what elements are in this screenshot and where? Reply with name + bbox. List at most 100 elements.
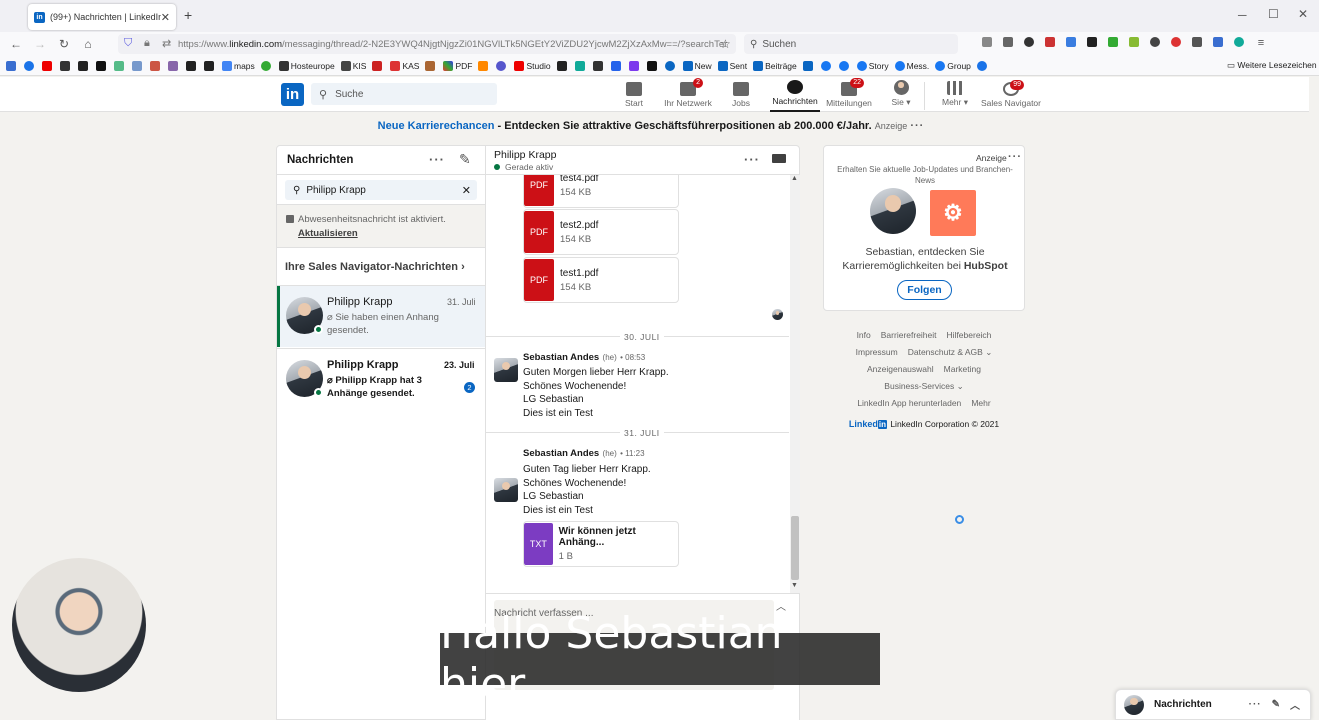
footer-link[interactable]: Impressum xyxy=(856,347,898,357)
bookmark-item[interactable] xyxy=(132,60,144,71)
conversation-search-input[interactable]: ⚲ Philipp Krapp ✕ xyxy=(285,180,477,200)
follow-button[interactable]: Folgen xyxy=(897,280,952,300)
nav-jobs[interactable]: Jobs xyxy=(724,80,758,112)
banner-text[interactable]: - Entdecken Sie attraktive Geschäftsführ… xyxy=(494,120,872,132)
bookmark-item[interactable] xyxy=(150,60,162,71)
bookmark-item[interactable] xyxy=(556,60,569,71)
forward-icon[interactable]: → xyxy=(28,37,52,51)
pocket-icon[interactable] xyxy=(982,37,992,47)
bookmark-item[interactable] xyxy=(42,60,54,71)
extension-zoom-icon[interactable] xyxy=(1066,37,1076,47)
bookmark-item[interactable] xyxy=(628,60,641,71)
conversation-item-selected[interactable]: Philipp Krapp 31. Juli ⌀ Sie haben einen… xyxy=(277,286,486,347)
bookmark-item[interactable] xyxy=(838,60,851,71)
more-options-icon[interactable]: ··· xyxy=(1249,699,1262,710)
video-call-icon[interactable] xyxy=(772,154,786,163)
sender-avatar[interactable] xyxy=(494,358,518,382)
footer-link[interactable]: Mehr xyxy=(971,398,990,408)
nav-messages[interactable]: Nachrichten xyxy=(770,80,820,112)
permissions-icon[interactable]: ⇄ xyxy=(162,37,171,50)
bookmark-item[interactable] xyxy=(260,60,273,71)
extension-puzzle-icon[interactable] xyxy=(1192,37,1202,47)
bookmark-item[interactable] xyxy=(820,60,833,71)
compose-icon[interactable]: ✎ xyxy=(459,151,471,168)
bookmark-studio[interactable]: Studio xyxy=(514,60,551,71)
nav-notifications[interactable]: 22 Mitteilungen xyxy=(824,78,874,112)
thread-contact-name[interactable]: Philipp Krapp xyxy=(494,149,556,161)
bookmark-item[interactable] xyxy=(204,60,216,71)
menu-icon[interactable]: ≡ xyxy=(1255,37,1267,49)
bookmark-item[interactable] xyxy=(425,60,437,71)
shield-icon[interactable]: ⛉ xyxy=(124,37,132,50)
bookmark-item[interactable] xyxy=(372,60,384,71)
compose-icon[interactable]: ✎ xyxy=(1272,699,1280,710)
bookmark-item[interactable] xyxy=(186,60,198,71)
extension-a-icon[interactable] xyxy=(1234,37,1244,47)
scroll-down-icon[interactable]: ▼ xyxy=(791,582,798,589)
new-tab-button[interactable]: + xyxy=(184,7,192,23)
file-attachment[interactable]: PDF test2.pdf 154 KB xyxy=(523,209,679,255)
close-tab-icon[interactable]: ✕ xyxy=(161,11,170,24)
url-bar[interactable]: ⛉ 🔒︎ ⇄ https://www. linkedin.com/messagin… xyxy=(118,34,736,54)
bookmark-kis[interactable]: KIS xyxy=(340,60,366,71)
banner-link[interactable]: Neue Karrierechancen xyxy=(378,120,495,132)
footer-link[interactable]: Datenschutz & AGB xyxy=(908,347,983,357)
nav-me[interactable]: Sie ▾ xyxy=(886,80,916,112)
more-options-icon[interactable]: ··· xyxy=(429,152,445,167)
extension-leaf-icon[interactable] xyxy=(1129,37,1139,47)
file-attachment[interactable]: TXT Wir können jetzt Anhäng... 1 B xyxy=(523,521,679,567)
bookmark-item[interactable] xyxy=(114,60,126,71)
bookmark-star-icon[interactable]: ☆ xyxy=(720,37,731,51)
footer-link[interactable]: Marketing xyxy=(944,364,981,374)
scrollbar-thumb[interactable] xyxy=(791,516,799,580)
sender-name[interactable]: Sebastian Andes xyxy=(523,352,599,363)
update-link[interactable]: Aktualisieren xyxy=(298,228,358,239)
nav-sales-navigator[interactable]: 99 Sales Navigator xyxy=(980,80,1042,112)
extension-m-icon[interactable] xyxy=(1024,37,1034,47)
bookmark-item[interactable] xyxy=(592,60,605,71)
extension-save-icon[interactable] xyxy=(1213,37,1223,47)
browser-search-field[interactable]: ⚲ Suchen xyxy=(744,34,958,54)
nav-network[interactable]: 2 Ihr Netzwerk xyxy=(662,78,714,112)
bookmark-new[interactable]: New xyxy=(682,60,712,71)
browser-tab[interactable]: in (99+) Nachrichten | LinkedIn ✕ xyxy=(28,4,176,30)
bookmark-group[interactable]: Group xyxy=(935,60,971,71)
lock-icon[interactable]: 🔒︎ xyxy=(144,37,150,50)
bookmark-item[interactable] xyxy=(496,60,508,71)
hubspot-logo-icon[interactable]: ⚙ xyxy=(930,190,976,236)
bookmark-mess[interactable]: Mess. xyxy=(894,60,929,71)
bookmark-item[interactable] xyxy=(646,60,659,71)
sales-nav-messages-link[interactable]: Ihre Sales Navigator-Nachrichten › xyxy=(285,261,465,273)
other-bookmarks[interactable]: ▭ Weitere Lesezeichen xyxy=(1227,60,1317,71)
scroll-up-icon[interactable]: ▲ xyxy=(791,175,798,182)
file-attachment[interactable]: PDF test4.pdf 154 KB xyxy=(523,175,679,208)
bookmark-item[interactable] xyxy=(574,60,587,71)
bookmark-sent[interactable]: Sent xyxy=(717,60,747,71)
more-options-icon[interactable]: ··· xyxy=(744,152,760,167)
extension-green-icon[interactable] xyxy=(1108,37,1118,47)
more-options-icon[interactable]: ··· xyxy=(1008,151,1022,163)
bookmark-item[interactable] xyxy=(802,60,815,71)
scrollbar[interactable]: ▲ ▼ xyxy=(790,175,800,593)
footer-link[interactable]: LinkedIn App herunterladen xyxy=(857,398,961,408)
maximize-icon[interactable]: ☐ xyxy=(1268,7,1279,21)
extension-badge-icon[interactable] xyxy=(1171,37,1181,47)
extension-new-icon[interactable] xyxy=(1045,37,1055,47)
footer-link[interactable]: Barrierefreiheit xyxy=(881,330,937,340)
extension-gear-icon[interactable] xyxy=(1150,37,1160,47)
bookmark-item[interactable] xyxy=(168,60,180,71)
bookmark-kas[interactable]: KAS xyxy=(390,60,419,71)
footer-link[interactable]: Anzeigenauswahl xyxy=(867,364,934,374)
footer-link[interactable]: Business-Services xyxy=(884,381,954,391)
linkedin-logo[interactable]: in xyxy=(281,83,304,106)
chevron-up-icon[interactable]: ︿ xyxy=(1290,697,1300,712)
bookmark-item[interactable] xyxy=(6,60,18,71)
bookmark-item[interactable] xyxy=(24,60,36,71)
bookmark-hosteurope[interactable]: Hosteurope xyxy=(278,60,335,71)
linkedin-search-input[interactable]: ⚲ Suche xyxy=(311,83,497,105)
bookmark-item[interactable] xyxy=(78,60,90,71)
bookmark-maps[interactable]: maps xyxy=(222,60,255,71)
bookmark-item[interactable] xyxy=(664,60,677,71)
nav-start[interactable]: Start xyxy=(616,80,652,112)
back-icon[interactable]: ← xyxy=(4,37,28,51)
